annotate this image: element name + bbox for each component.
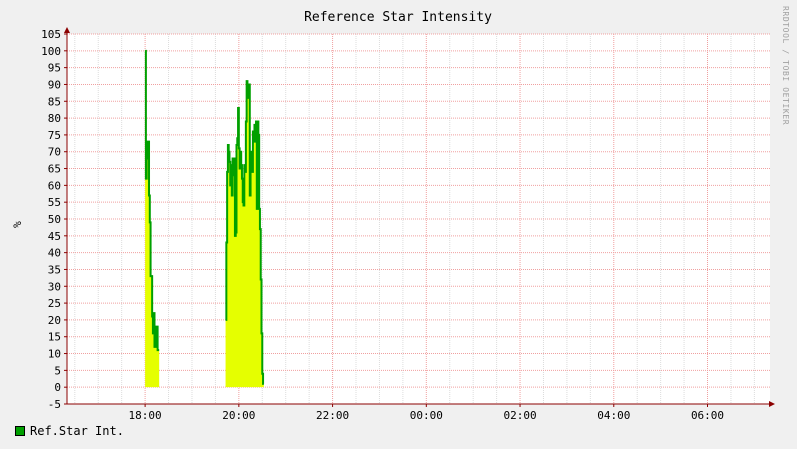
plot-area	[67, 34, 770, 404]
y-tick-label: 70	[48, 146, 61, 159]
y-tick-label: 75	[48, 129, 61, 142]
y-axis-arrow	[64, 27, 70, 33]
legend: Ref.Star Int.	[15, 424, 124, 438]
chart-title: Reference Star Intensity	[304, 10, 492, 25]
y-tick-label: 10	[48, 348, 61, 361]
x-tick-label: 20:00	[222, 409, 255, 422]
x-tick-label: 00:00	[410, 409, 443, 422]
y-tick-label: 65	[48, 163, 61, 176]
y-tick-label: 40	[48, 247, 61, 260]
y-tick-label: 50	[48, 213, 61, 226]
y-tick-label: 35	[48, 263, 61, 276]
y-tick-label: 80	[48, 112, 61, 125]
y-tick-label: -5	[48, 398, 61, 411]
y-tick-label: 100	[41, 45, 61, 58]
y-tick-label: 55	[48, 196, 61, 209]
y-tick-label: 95	[48, 62, 61, 75]
x-tick-label: 06:00	[691, 409, 724, 422]
y-tick-label: 45	[48, 230, 61, 243]
y-tick-label: 85	[48, 95, 61, 108]
y-tick-label: 0	[54, 381, 61, 394]
y-tick-label: 15	[48, 331, 61, 344]
x-tick-label: 04:00	[597, 409, 630, 422]
legend-label: Ref.Star Int.	[30, 424, 124, 438]
x-tick-label: 22:00	[316, 409, 349, 422]
y-tick-label: 5	[54, 364, 61, 377]
chart-svg: -5 0 5 10 15 20 25 30 35 40 45 50 55 60 65 70 75 80 85 90 95…	[41, 10, 775, 422]
y-axis-label: %	[10, 221, 24, 228]
x-axis-arrow	[769, 401, 775, 407]
chart-panel: -5 0 5 10 15 20 25 30 35 40 45 50 55 60 65 70 75 80 85 90 95…	[0, 0, 797, 449]
y-tick-label: 25	[48, 297, 61, 310]
x-tick-label: 02:00	[503, 409, 536, 422]
watermark: RRDTOOL / TOBI OETIKER	[781, 6, 790, 126]
legend-swatch	[15, 426, 25, 436]
y-tick-label: 60	[48, 179, 61, 192]
y-tick-label: 90	[48, 78, 61, 91]
y-tick-label: 20	[48, 314, 61, 327]
y-tick-label: 105	[41, 28, 61, 41]
x-tick-label: 18:00	[129, 409, 162, 422]
y-tick-label: 30	[48, 280, 61, 293]
